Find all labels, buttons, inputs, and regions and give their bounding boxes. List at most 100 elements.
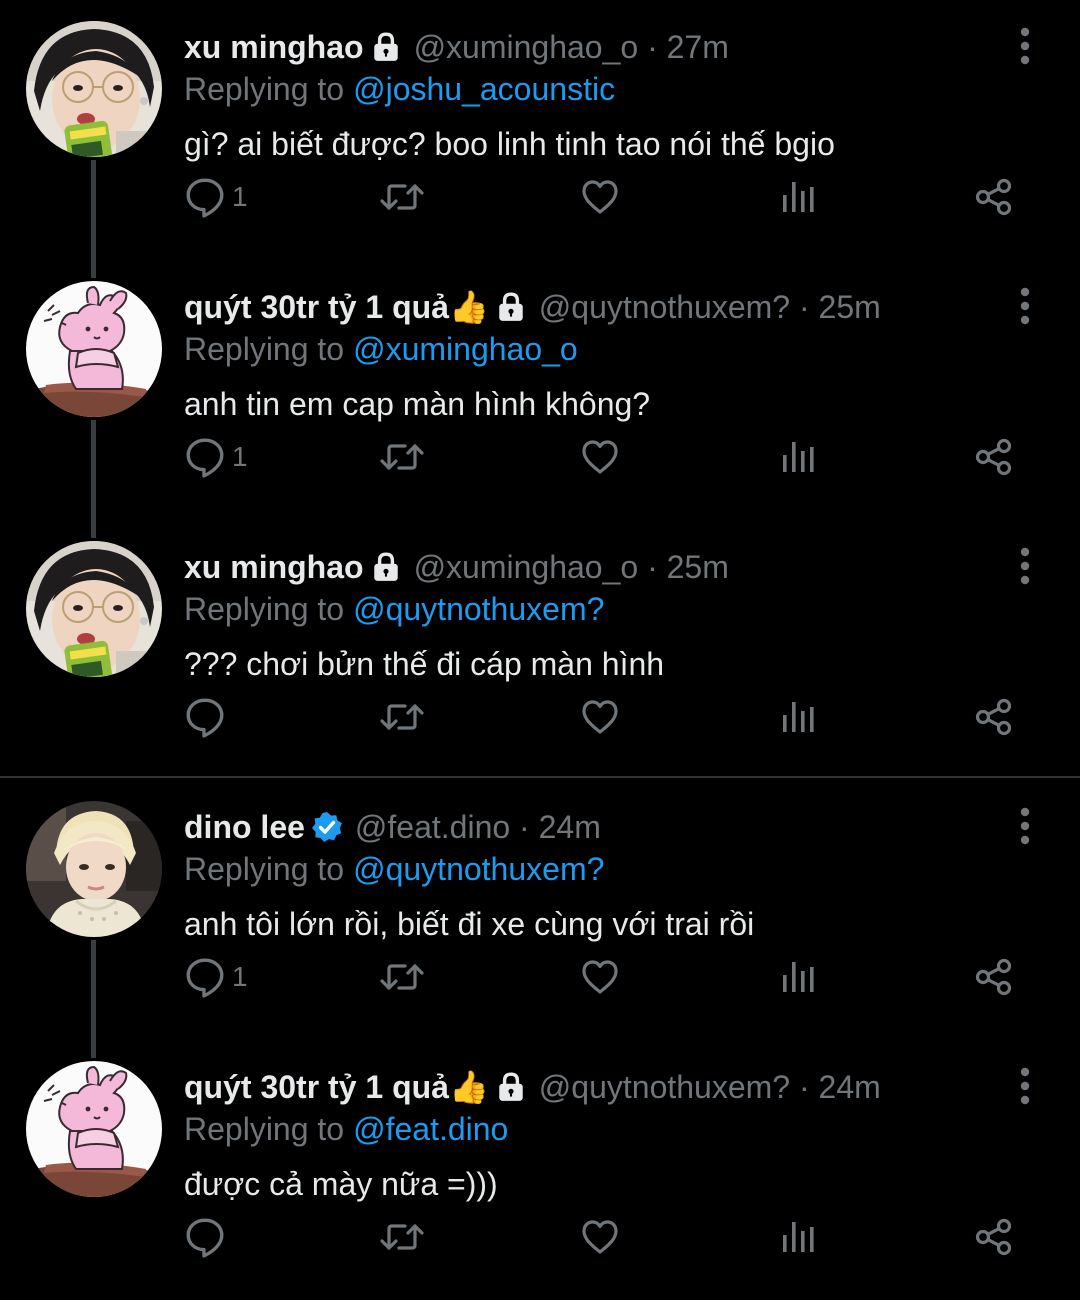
share-button[interactable] xyxy=(974,432,1014,482)
tweet-header: xu minghao @xuminghao_o · 27m xyxy=(184,24,729,70)
heart-icon xyxy=(580,437,620,477)
more-options-icon[interactable] xyxy=(1010,1066,1040,1106)
analytics-button[interactable] xyxy=(778,172,818,222)
replying-to-link[interactable]: @quytnothuxem? xyxy=(353,591,604,627)
analytics-button[interactable] xyxy=(778,1212,818,1262)
display-name[interactable]: xu minghao xyxy=(184,24,364,70)
tweet-header: quýt 30tr tỷ 1 quả👍 @quytnothuxem? · 25m xyxy=(184,284,881,330)
share-icon xyxy=(974,1217,1014,1257)
replying-to-link[interactable]: @xuminghao_o xyxy=(353,331,578,367)
replying-to-link[interactable]: @joshu_acounstic xyxy=(353,71,615,107)
more-options-icon[interactable] xyxy=(1010,806,1040,846)
retweet-button[interactable] xyxy=(378,692,426,742)
reply-icon xyxy=(184,956,226,998)
display-name[interactable]: xu minghao xyxy=(184,544,364,590)
display-name[interactable]: quýt 30tr tỷ 1 quả👍 xyxy=(184,1064,489,1110)
tweet-actions: 1 xyxy=(184,952,1034,1002)
avatar[interactable] xyxy=(26,541,162,677)
reply-count: 1 xyxy=(232,961,248,992)
more-options-icon[interactable] xyxy=(1010,546,1040,586)
share-icon xyxy=(974,177,1014,217)
heart-icon xyxy=(580,697,620,737)
avatar[interactable] xyxy=(26,801,162,937)
reply-button[interactable]: 1 xyxy=(184,432,248,482)
tweet-header: quýt 30tr tỷ 1 quả👍 @quytnothuxem? · 24m xyxy=(184,1064,881,1110)
lock-icon xyxy=(495,291,527,323)
reply-count: 1 xyxy=(232,441,248,472)
tweet[interactable]: quýt 30tr tỷ 1 quả👍 @quytnothuxem? · 24m… xyxy=(0,1040,1080,1300)
analytics-button[interactable] xyxy=(778,692,818,742)
share-button[interactable] xyxy=(974,692,1014,742)
more-options-icon[interactable] xyxy=(1010,26,1040,66)
replying-label: Replying to xyxy=(184,331,345,367)
analytics-button[interactable] xyxy=(778,432,818,482)
reply-icon xyxy=(184,436,226,478)
share-button[interactable] xyxy=(974,952,1014,1002)
replying-to-link[interactable]: @feat.dino xyxy=(353,1111,508,1147)
avatar[interactable] xyxy=(26,281,162,417)
timestamp[interactable]: 24m xyxy=(539,809,601,845)
lock-icon xyxy=(495,1071,527,1103)
handle[interactable]: @quytnothuxem? xyxy=(539,289,790,325)
like-button[interactable] xyxy=(580,1212,620,1262)
retweet-button[interactable] xyxy=(378,432,426,482)
retweet-icon xyxy=(378,957,426,997)
retweet-button[interactable] xyxy=(378,1212,426,1262)
tweet[interactable]: dino lee @feat.dino · 24m Replying to @qu… xyxy=(0,780,1080,1058)
tweet-text: anh tôi lớn rồi, biết đi xe cùng với tra… xyxy=(184,906,755,942)
handle[interactable]: @quytnothuxem? xyxy=(539,1069,790,1105)
reply-icon xyxy=(184,696,226,738)
tweet-text: anh tin em cap màn hình không? xyxy=(184,386,651,422)
share-button[interactable] xyxy=(974,1212,1014,1262)
heart-icon xyxy=(580,177,620,217)
handle-time[interactable]: @feat.dino · 24m xyxy=(355,804,601,850)
handle[interactable]: @xuminghao_o xyxy=(414,29,639,65)
avatar[interactable] xyxy=(26,21,162,157)
tweet-actions: 1 xyxy=(184,172,1034,222)
like-button[interactable] xyxy=(580,432,620,482)
handle-time[interactable]: @xuminghao_o · 25m xyxy=(414,544,729,590)
like-button[interactable] xyxy=(580,172,620,222)
retweet-icon xyxy=(378,1217,426,1257)
separator: · xyxy=(798,1069,810,1105)
reply-button[interactable]: 1 xyxy=(184,172,248,222)
analytics-icon xyxy=(778,697,818,737)
share-button[interactable] xyxy=(974,172,1014,222)
replying-label: Replying to xyxy=(184,1111,345,1147)
replying-to: Replying to @xuminghao_o xyxy=(184,326,578,372)
display-name[interactable]: dino lee xyxy=(184,804,305,850)
replying-to-link[interactable]: @quytnothuxem? xyxy=(353,851,604,887)
reply-button[interactable] xyxy=(184,1212,232,1262)
display-name[interactable]: quýt 30tr tỷ 1 quả👍 xyxy=(184,284,489,330)
handle[interactable]: @xuminghao_o xyxy=(414,549,639,585)
reply-button[interactable]: 1 xyxy=(184,952,248,1002)
handle-time[interactable]: @xuminghao_o · 27m xyxy=(414,24,729,70)
avatar[interactable] xyxy=(26,1061,162,1197)
reply-button[interactable] xyxy=(184,692,232,742)
tweet[interactable]: quýt 30tr tỷ 1 quả👍 @quytnothuxem? · 25m… xyxy=(0,260,1080,538)
analytics-icon xyxy=(778,1217,818,1257)
analytics-button[interactable] xyxy=(778,952,818,1002)
retweet-button[interactable] xyxy=(378,952,426,1002)
timestamp[interactable]: 24m xyxy=(819,1069,881,1105)
tweet-header: dino lee @feat.dino · 24m xyxy=(184,804,601,850)
timestamp[interactable]: 27m xyxy=(667,29,729,65)
conversation-divider xyxy=(0,776,1080,778)
share-icon xyxy=(974,697,1014,737)
separator: · xyxy=(647,29,658,65)
tweet-actions xyxy=(184,692,1034,742)
replying-to: Replying to @feat.dino xyxy=(184,1106,508,1152)
tweet[interactable]: xu minghao @xuminghao_o · 25m Replying t… xyxy=(0,520,1080,780)
replying-label: Replying to xyxy=(184,591,345,627)
handle-time[interactable]: @quytnothuxem? · 24m xyxy=(539,1064,881,1110)
more-options-icon[interactable] xyxy=(1010,286,1040,326)
replying-label: Replying to xyxy=(184,851,345,887)
like-button[interactable] xyxy=(580,692,620,742)
handle-time[interactable]: @quytnothuxem? · 25m xyxy=(539,284,881,330)
tweet[interactable]: xu minghao @xuminghao_o · 27m Replying t… xyxy=(0,0,1080,278)
timestamp[interactable]: 25m xyxy=(667,549,729,585)
retweet-button[interactable] xyxy=(378,172,426,222)
like-button[interactable] xyxy=(580,952,620,1002)
timestamp[interactable]: 25m xyxy=(819,289,881,325)
handle[interactable]: @feat.dino xyxy=(355,809,510,845)
